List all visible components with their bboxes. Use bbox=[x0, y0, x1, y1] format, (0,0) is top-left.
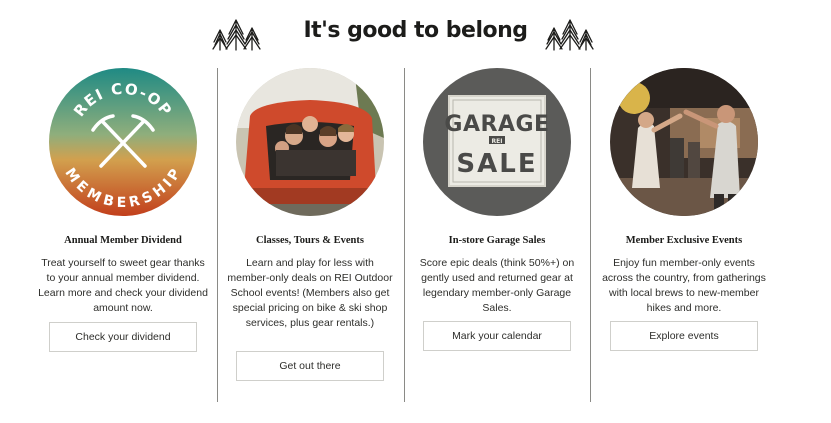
sign-line1: GARAGE bbox=[444, 112, 549, 137]
card-title: Member Exclusive Events bbox=[625, 235, 743, 246]
card-description: Learn and play for less with member-only… bbox=[227, 257, 393, 329]
members-event-photo bbox=[610, 68, 758, 216]
card-title: In-store Garage Sales bbox=[448, 235, 546, 246]
page-title: It's good to belong bbox=[303, 18, 528, 43]
card-description: Enjoy fun member-only events across the … bbox=[602, 257, 766, 314]
explore-events-button[interactable]: Explore events bbox=[610, 321, 758, 351]
rei-logo: REI bbox=[492, 138, 503, 145]
benefit-card-classes: Classes, Tours & Events Learn and play f… bbox=[217, 68, 403, 402]
check-dividend-button[interactable]: Check your dividend bbox=[49, 322, 197, 352]
get-out-there-button[interactable]: Get out there bbox=[236, 351, 384, 381]
benefit-card-events: Member Exclusive Events Enjoy fun member… bbox=[591, 68, 777, 402]
benefit-card-dividend: REI CO-OP MEMBERSHIP Annual Member Divid… bbox=[30, 68, 216, 402]
garage-sale-sign-image: GARAGE REI SALE bbox=[423, 68, 571, 216]
card-title: Annual Member Dividend bbox=[64, 235, 182, 246]
pine-trees-icon bbox=[545, 19, 594, 51]
benefit-card-garage-sales: GARAGE REI SALE In-store Garage Sales Sc… bbox=[404, 68, 590, 402]
rei-membership-badge-image: REI CO-OP MEMBERSHIP bbox=[49, 68, 197, 216]
card-description: Score epic deals (think 50%+) on gently … bbox=[419, 257, 575, 314]
mark-calendar-button[interactable]: Mark your calendar bbox=[423, 321, 571, 351]
card-title: Classes, Tours & Events bbox=[256, 235, 364, 246]
card-description: Treat yourself to sweet gear thanks to y… bbox=[38, 257, 208, 314]
people-in-tent-photo bbox=[236, 68, 384, 216]
sign-line2: SALE bbox=[456, 149, 537, 179]
section-header: It's good to belong bbox=[0, 14, 831, 54]
